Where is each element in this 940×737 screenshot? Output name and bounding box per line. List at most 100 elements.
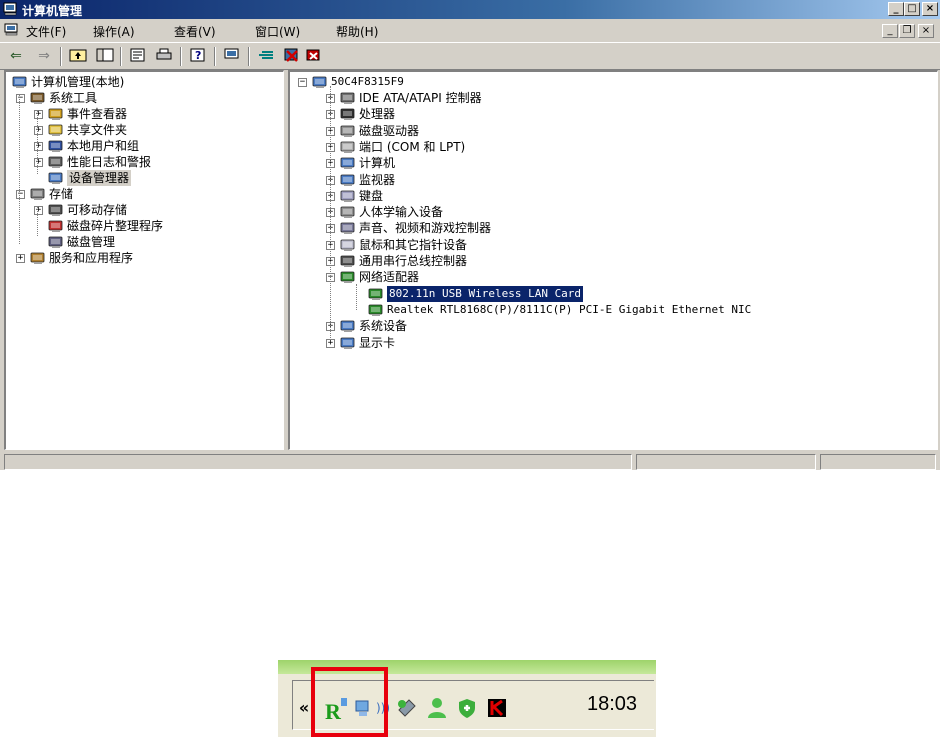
back-arrow-icon[interactable]: ⇐ [6, 47, 26, 65]
maximize-button[interactable]: □ [904, 2, 920, 16]
device-category-6[interactable]: + 键盘 [290, 188, 937, 204]
tree-item-label: 通用串行总线控制器 [359, 254, 468, 268]
tray-clock[interactable]: 18:03 [587, 693, 637, 716]
mdi-restore-button[interactable]: ❐ [899, 24, 915, 38]
tree-item-3[interactable]: + 共享文件夹 [6, 122, 283, 138]
device-category-2[interactable]: + 磁盘驱动器 [290, 123, 937, 139]
menu-action[interactable]: 操作(A) [93, 23, 135, 40]
device-category-9[interactable]: + 鼠标和其它指针设备 [290, 237, 937, 253]
mdi-window-icon[interactable] [4, 23, 19, 36]
tree-item-1[interactable]: − 系统工具 [6, 90, 283, 106]
close-button[interactable]: × [922, 2, 938, 16]
tree-item-6[interactable]: 设备管理器 [6, 170, 283, 186]
expand-icon[interactable]: + [34, 158, 43, 167]
help-icon[interactable]: ? [188, 47, 208, 65]
device-category-10[interactable]: + 通用串行总线控制器 [290, 253, 937, 269]
print-icon[interactable] [154, 47, 174, 65]
tree-item-2[interactable]: + 事件查看器 [6, 106, 283, 122]
tree-item-10[interactable]: 磁盘管理 [6, 234, 283, 250]
menu-view[interactable]: 查看(V) [174, 23, 216, 40]
tree-item-4[interactable]: + 本地用户和组 [6, 138, 283, 154]
title-bar[interactable]: 计算机管理 _ □ × [0, 0, 940, 19]
tree-connector [37, 110, 38, 174]
console-tree-pane[interactable]: 计算机管理(本地) − 系统工具 + 事件查看器 + 共享文件夹 + 本地用户和组 + [4, 70, 284, 450]
security-shield-icon[interactable] [455, 696, 479, 720]
up-folder-icon[interactable] [68, 47, 88, 65]
network-adapter-item-0[interactable]: 802.11n USB Wireless LAN Card [290, 285, 937, 302]
expand-icon[interactable]: + [34, 142, 43, 151]
expand-icon[interactable]: + [34, 126, 43, 135]
uninstall-device-icon[interactable] [304, 47, 324, 65]
disable-device-icon[interactable] [282, 47, 302, 65]
ide-controller-icon [340, 92, 355, 104]
performance-icon [48, 156, 63, 168]
toolbar-separator [180, 47, 182, 66]
tree-item-label: 可移动存储 [67, 203, 128, 217]
device-category-5[interactable]: + 监视器 [290, 172, 937, 188]
device-tree-pane[interactable]: − 50C4F8315F9 + IDE ATA/ATAPI 控制器 + 处理器 + 磁… [288, 70, 938, 450]
tree-item-label: 显示卡 [359, 335, 396, 350]
tree-item-label: 计算机管理(本地) [31, 75, 125, 89]
tree-item-label: 磁盘管理 [67, 235, 116, 249]
device-category-7[interactable]: + 人体学输入设备 [290, 204, 937, 220]
collapse-icon[interactable]: − [298, 78, 307, 87]
device-category-tail-0[interactable]: + 系统设备 [290, 318, 937, 334]
device-manager-icon [48, 172, 63, 184]
messenger-icon[interactable] [425, 696, 449, 720]
scan-hardware-icon[interactable] [256, 47, 276, 65]
tree-item-9[interactable]: 磁盘碎片整理程序 [6, 218, 283, 234]
shared-folder-icon [48, 124, 63, 136]
device-category-tail-1[interactable]: + 显示卡 [290, 335, 937, 351]
device-category-0[interactable]: + IDE ATA/ATAPI 控制器 [290, 90, 937, 106]
menu-bar: 文件(F) 操作(A) 查看(V) 窗口(W) 帮助(H) [0, 20, 940, 40]
usb-safely-remove-icon[interactable] [395, 696, 419, 720]
minimize-button[interactable]: _ [888, 2, 904, 16]
tree-item-0[interactable]: 计算机管理(本地) [6, 74, 283, 90]
device-manager-icon[interactable] [222, 47, 242, 65]
status-cell-2 [636, 454, 816, 470]
tree-item-11[interactable]: + 服务和应用程序 [6, 250, 283, 266]
tree-item-label: 共享文件夹 [67, 123, 128, 137]
collapse-icon[interactable]: − [16, 190, 25, 199]
tree-item-label: IDE ATA/ATAPI 控制器 [359, 91, 482, 105]
defrag-icon [48, 220, 63, 232]
tree-item-7[interactable]: − 存储 [6, 186, 283, 202]
collapse-icon[interactable]: − [16, 94, 25, 103]
menu-window[interactable]: 窗口(W) [255, 23, 300, 40]
toolbar: ⇐ ⇒ ? [0, 42, 940, 70]
tree-item-label: 端口 (COM 和 LPT) [359, 139, 466, 154]
show-hidden-icons-chevron-icon[interactable]: « [297, 696, 311, 720]
tree-item-5[interactable]: + 性能日志和警报 [6, 154, 283, 170]
expand-icon[interactable]: + [34, 206, 43, 215]
highlight-box [311, 667, 388, 737]
menu-help[interactable]: 帮助(H) [336, 23, 378, 40]
device-category-1[interactable]: + 处理器 [290, 106, 937, 122]
expand-icon[interactable]: + [16, 254, 25, 263]
device-root[interactable]: − 50C4F8315F9 [290, 74, 937, 90]
expand-icon[interactable]: + [34, 110, 43, 119]
tree-item-label: 存储 [49, 187, 74, 201]
port-icon [340, 141, 355, 153]
forward-arrow-icon[interactable]: ⇒ [34, 47, 54, 65]
storage-icon [30, 188, 45, 200]
system-device-icon [340, 320, 355, 333]
tree-item-label: 服务和应用程序 [49, 251, 134, 265]
device-category-3[interactable]: + 端口 (COM 和 LPT) [290, 139, 937, 155]
users-icon [48, 140, 63, 152]
show-tree-icon[interactable] [95, 47, 115, 65]
mdi-minimize-button[interactable]: _ [882, 24, 898, 38]
device-category-8[interactable]: + 声音、视频和游戏控制器 [290, 220, 937, 236]
device-category-11[interactable]: − 网络适配器 [290, 269, 937, 285]
kaspersky-icon[interactable] [485, 696, 509, 720]
computer-icon [340, 157, 355, 170]
menu-file[interactable]: 文件(F) [26, 23, 66, 40]
properties-icon[interactable] [128, 47, 148, 65]
computer-management-window: 计算机管理 _ □ × 文件(F) 操作(A) 查看(V) 窗口(W) 帮助(H… [0, 0, 940, 470]
tree-item-label: 处理器 [359, 107, 396, 122]
device-category-4[interactable]: + 计算机 [290, 155, 937, 171]
keyboard-icon [340, 190, 355, 202]
tree-item-8[interactable]: + 可移动存储 [6, 202, 283, 218]
tree-connector [330, 86, 331, 340]
network-adapter-item-1[interactable]: Realtek RTL8168C(P)/8111C(P) PCI-E Gigab… [290, 302, 937, 318]
mdi-close-button[interactable]: × [918, 24, 934, 38]
